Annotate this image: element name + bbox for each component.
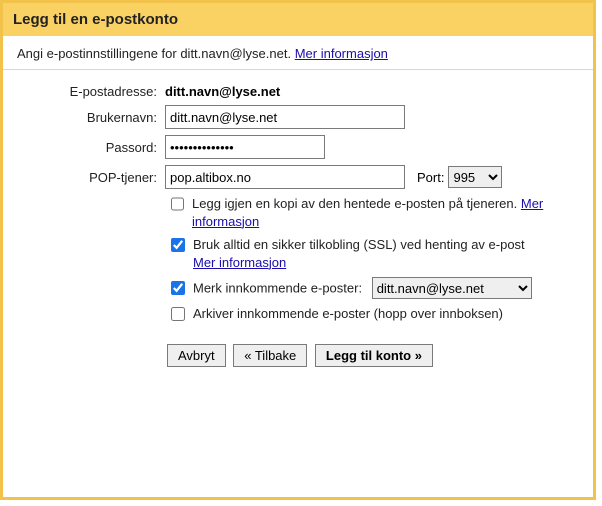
label-incoming-select[interactable]: ditt.navn@lyse.net — [372, 277, 532, 299]
add-email-account-dialog: Legg til en e-postkonto Angi e-postinnst… — [0, 0, 596, 500]
row-password: Passord: — [17, 135, 579, 159]
cancel-button[interactable]: Avbryt — [167, 344, 226, 367]
ssl-text: Bruk alltid en sikker tilkobling (SSL) v… — [193, 236, 525, 271]
label-password: Passord: — [17, 140, 165, 155]
label-port: Port: — [417, 170, 444, 185]
row-leave-copy: Legg igjen en kopi av den hentede e-post… — [167, 195, 579, 230]
label-incoming-text: Merk innkommende e-poster: ditt.navn@lys… — [193, 277, 532, 299]
subheader-prefix: Angi e-postinnstillingene for — [17, 46, 180, 61]
row-email: E-postadresse: ditt.navn@lyse.net — [17, 84, 579, 99]
row-label-incoming: Merk innkommende e-poster: ditt.navn@lys… — [167, 277, 579, 299]
subheader-email: ditt.navn@lyse.net — [180, 46, 287, 61]
row-username: Brukernavn: — [17, 105, 579, 129]
more-info-link[interactable]: Mer informasjon — [295, 46, 388, 61]
leave-copy-checkbox[interactable] — [171, 197, 184, 211]
leave-copy-text: Legg igjen en kopi av den hentede e-post… — [192, 195, 579, 230]
row-pop-server: POP-tjener: Port: 995 — [17, 165, 579, 189]
archive-text: Arkiver innkommende e-poster (hopp over … — [193, 305, 503, 323]
label-email: E-postadresse: — [17, 84, 165, 99]
archive-checkbox[interactable] — [171, 307, 185, 321]
password-input[interactable] — [165, 135, 325, 159]
email-value: ditt.navn@lyse.net — [165, 84, 579, 99]
add-account-button[interactable]: Legg til konto » — [315, 344, 433, 367]
label-username: Brukernavn: — [17, 110, 165, 125]
username-input[interactable] — [165, 105, 405, 129]
button-row: Avbryt « Tilbake Legg til konto » — [167, 344, 579, 367]
ssl-checkbox[interactable] — [171, 238, 185, 252]
dialog-subheader: Angi e-postinnstillingene for ditt.navn@… — [3, 36, 593, 70]
subheader-suffix: . — [287, 46, 294, 61]
pop-server-input[interactable] — [165, 165, 405, 189]
port-select[interactable]: 995 — [448, 166, 502, 188]
dialog-title: Legg til en e-postkonto — [3, 3, 593, 36]
ssl-more-info-link[interactable]: Mer informasjon — [193, 255, 286, 270]
back-button[interactable]: « Tilbake — [233, 344, 307, 367]
label-incoming-checkbox[interactable] — [171, 281, 185, 295]
row-archive: Arkiver innkommende e-poster (hopp over … — [167, 305, 579, 324]
row-ssl: Bruk alltid en sikker tilkobling (SSL) v… — [167, 236, 579, 271]
form-area: E-postadresse: ditt.navn@lyse.net Bruker… — [3, 70, 593, 367]
label-pop-server: POP-tjener: — [17, 170, 165, 185]
